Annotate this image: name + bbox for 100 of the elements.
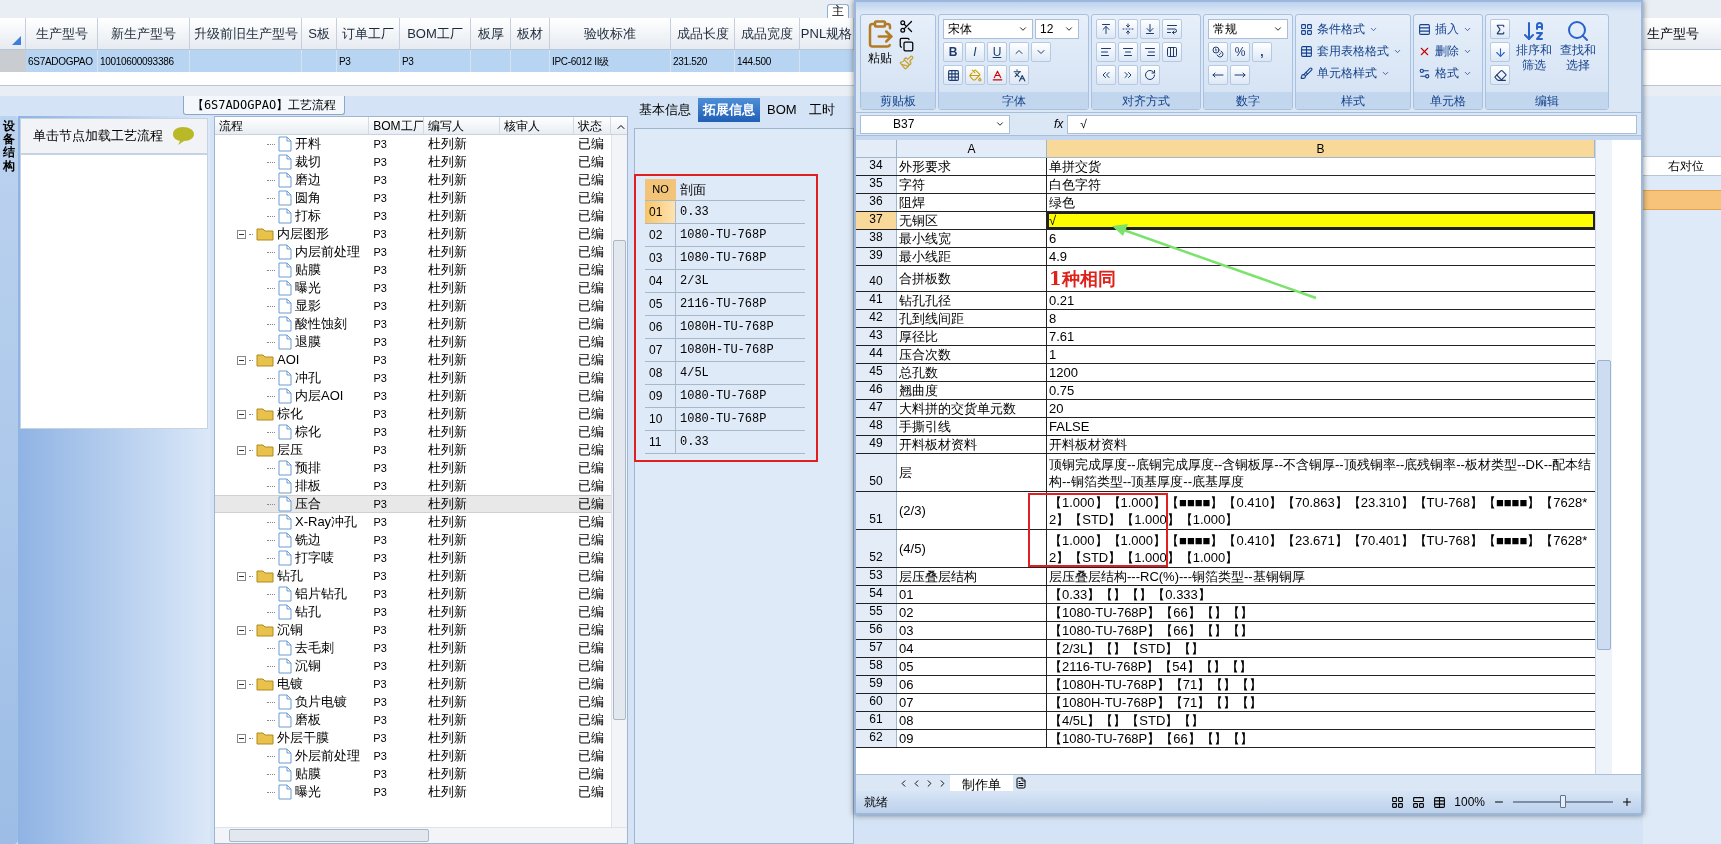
column-header[interactable]: 剖面	[676, 179, 805, 200]
row-number-cell[interactable]: 07	[645, 339, 676, 361]
row-number-cell[interactable]: 11	[645, 431, 676, 453]
tab[interactable]: 工时	[803, 98, 840, 122]
border-button[interactable]	[943, 65, 963, 85]
collapse-icon[interactable]	[237, 355, 246, 365]
underline-button[interactable]: U	[987, 42, 1007, 62]
fill-down-button[interactable]	[1490, 42, 1510, 62]
row-header[interactable]: 51	[856, 492, 897, 529]
column-header[interactable]: 订单工厂	[337, 18, 400, 49]
row-header[interactable]: 38	[856, 230, 897, 247]
row-header[interactable]: 46	[856, 382, 897, 399]
align-left-button[interactable]	[1096, 42, 1116, 62]
style-menu-button[interactable]: 条件格式	[1300, 19, 1402, 39]
align-right-button[interactable]	[1140, 42, 1160, 62]
row-header[interactable]: 44	[856, 346, 897, 363]
side-tab[interactable]: 设备结构	[0, 116, 18, 844]
column-header[interactable]: 成品宽度	[735, 18, 800, 49]
column-header[interactable]: 编写人	[423, 117, 500, 134]
vertical-scrollbar[interactable]	[611, 135, 627, 827]
font-name-field[interactable]: 宋体	[943, 19, 1033, 39]
number-format-field[interactable]: 常规	[1208, 19, 1288, 39]
column-header[interactable]: 状态	[574, 117, 612, 134]
row-header[interactable]: 54	[856, 586, 897, 603]
row-header[interactable]: 47	[856, 400, 897, 417]
row-number-cell[interactable]: 01	[645, 201, 676, 223]
bold-button[interactable]: B	[943, 42, 963, 62]
collapse-icon[interactable]	[237, 445, 246, 455]
align-bottom-button[interactable]	[1140, 19, 1160, 39]
row-header[interactable]: 35	[856, 176, 897, 193]
percent-button[interactable]: %	[1230, 42, 1250, 62]
paste-button[interactable]: 粘贴	[865, 19, 895, 92]
column-header[interactable]: 板厚	[471, 18, 511, 49]
phonetic-button[interactable]	[1009, 65, 1029, 85]
edit-menu-button[interactable]: 查找和选择	[1558, 19, 1598, 92]
row-header[interactable]: 34	[856, 158, 897, 175]
column-header[interactable]: S板	[302, 18, 337, 49]
column-header[interactable]: 核审人	[499, 117, 575, 134]
cut-icon[interactable]	[899, 19, 914, 34]
row-number-cell[interactable]: 04	[645, 270, 676, 292]
column-header[interactable]: 右对位	[1643, 156, 1721, 176]
column-header[interactable]: BOM工厂	[400, 18, 471, 49]
vertical-scrollbar[interactable]	[1595, 140, 1612, 774]
name-box[interactable]: B37	[860, 114, 1010, 134]
tab[interactable]: BOM	[762, 98, 802, 122]
row-number-cell[interactable]: 05	[645, 293, 676, 315]
cell-menu-button[interactable]: 格式	[1418, 63, 1472, 83]
zoom-in-icon[interactable]	[1621, 796, 1633, 808]
wrap-text-button[interactable]	[1162, 19, 1182, 39]
row-header[interactable]: 42	[856, 310, 897, 327]
new-sheet-icon[interactable]	[1015, 777, 1027, 789]
row-header[interactable]: 61	[856, 712, 897, 729]
column-header[interactable]: 成品长度	[671, 18, 735, 49]
row-header[interactable]: 43	[856, 328, 897, 345]
column-header[interactable]: B	[1047, 140, 1595, 158]
zoom-thumb[interactable]	[1560, 795, 1566, 808]
row-number-cell[interactable]: 06	[645, 316, 676, 338]
row-header[interactable]: 56	[856, 622, 897, 639]
table-row[interactable]: 6S7ADOGPAO 10010600093386 P3 P3 IPC-6012 II级 231.520 144.500	[0, 50, 854, 72]
page-layout-icon[interactable]	[1412, 795, 1426, 809]
cell-menu-button[interactable]: 删除	[1418, 41, 1472, 61]
row-number-cell[interactable]: 08	[645, 362, 676, 384]
sheet-tab[interactable]: 制作单	[950, 775, 1013, 791]
formula-field[interactable]: √	[1067, 114, 1637, 134]
currency-button[interactable]	[1208, 42, 1228, 62]
main-tab[interactable]: 主	[827, 4, 849, 18]
collapse-icon[interactable]	[237, 625, 246, 635]
row-header[interactable]: 57	[856, 640, 897, 657]
collapse-icon[interactable]	[237, 409, 246, 419]
row-header[interactable]: 60	[856, 694, 897, 711]
tree-row[interactable]: 压合 P3 杜列新 已编	[215, 495, 611, 513]
column-header[interactable]: NO	[645, 179, 676, 200]
row-header[interactable]: 39	[856, 248, 897, 265]
style-menu-button[interactable]: 单元格样式	[1300, 63, 1402, 83]
row-header[interactable]: 55	[856, 604, 897, 621]
collapse-icon[interactable]	[237, 679, 246, 689]
row-header[interactable]: 48	[856, 418, 897, 435]
column-header[interactable]: 流程	[215, 117, 370, 134]
row-number-cell[interactable]: 03	[645, 247, 676, 269]
row-header[interactable]: 52	[856, 530, 897, 567]
cell-menu-button[interactable]: 插入	[1418, 19, 1472, 39]
row-header[interactable]: 40	[856, 266, 897, 291]
fill-color-button[interactable]	[965, 65, 985, 85]
collapse-icon[interactable]	[237, 733, 246, 743]
row-header[interactable]: 37	[856, 212, 897, 229]
row-header[interactable]: 49	[856, 436, 897, 453]
tab[interactable]: 拓展信息	[698, 98, 760, 122]
column-header[interactable]: 板材	[511, 18, 550, 49]
row-header[interactable]: 45	[856, 364, 897, 381]
clear-button[interactable]	[1490, 65, 1510, 85]
column-header[interactable]: 生产型号	[26, 18, 98, 49]
row-header[interactable]: 62	[856, 730, 897, 747]
style-menu-button[interactable]: 套用表格格式	[1300, 41, 1402, 61]
font-size-field[interactable]: 12	[1035, 19, 1079, 39]
row-header[interactable]: 36	[856, 194, 897, 211]
row-header[interactable]: 50	[856, 454, 897, 491]
tab[interactable]: 基本信息	[634, 98, 696, 122]
italic-button[interactable]: I	[965, 42, 985, 62]
column-header[interactable]: 验收标准	[550, 18, 671, 49]
row-header[interactable]: 41	[856, 292, 897, 309]
